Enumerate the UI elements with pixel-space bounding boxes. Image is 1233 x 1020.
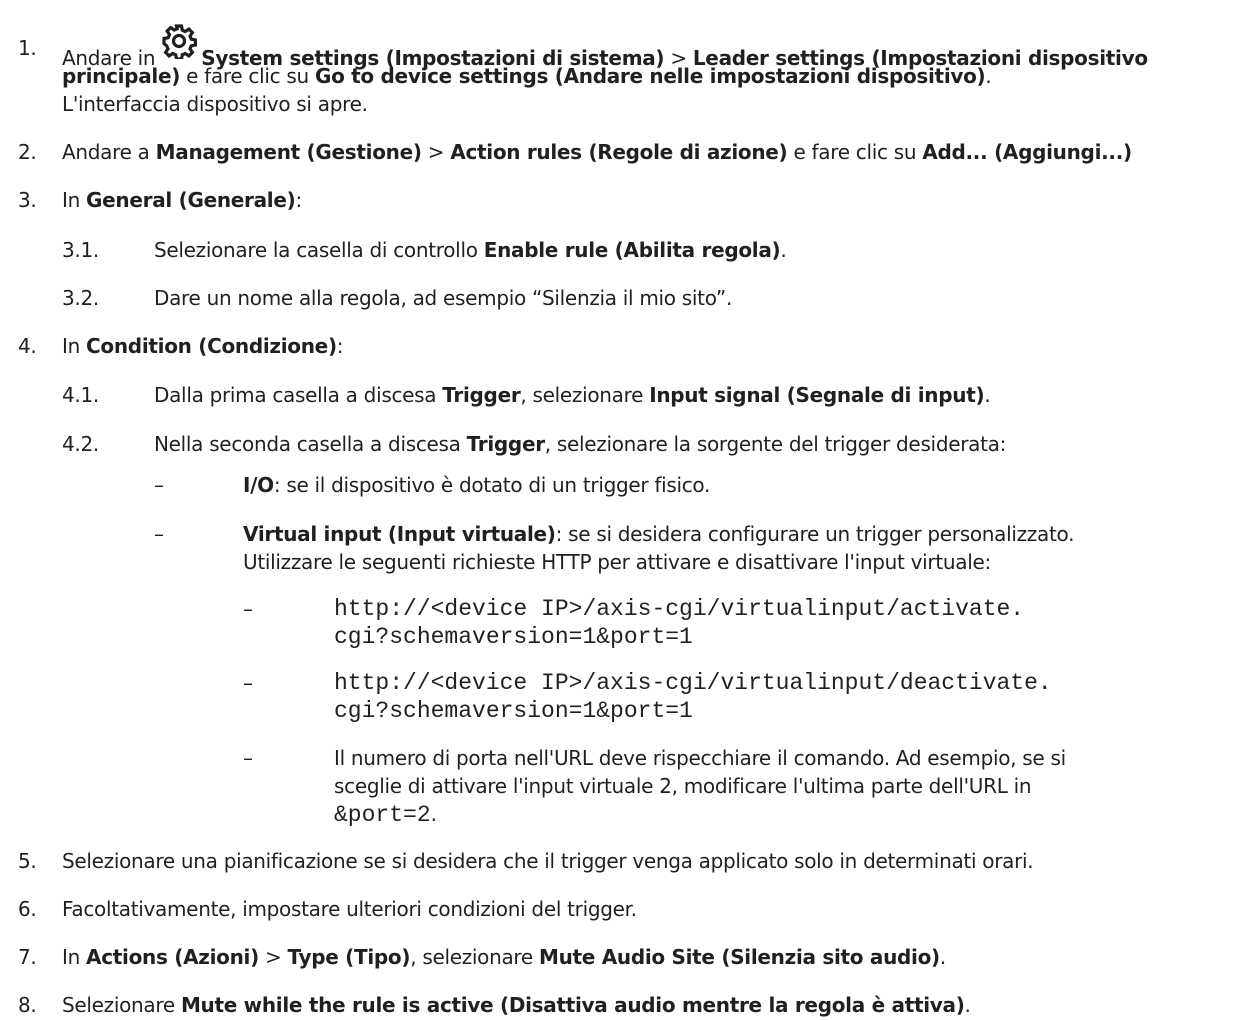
step-text: In (62, 334, 87, 358)
step-number: 3.1. (62, 238, 99, 262)
step-text: e fare clic su (180, 64, 315, 88)
bold-text: Enable rule (Abilita regola) (483, 238, 781, 262)
bold-text: Type (Tipo) (287, 945, 411, 969)
bullet-dash: – (243, 671, 253, 695)
step-text: Il numero di porta nell'URL deve rispecc… (334, 746, 1066, 770)
step-text: Selezionare la casella di controllo (154, 238, 484, 262)
step-number: 1. (18, 36, 37, 60)
code-inline: &port=2 (334, 802, 431, 828)
step-text: , selezionare la sorgente del trigger de… (544, 432, 1007, 456)
separator: > (421, 140, 451, 164)
bold-text: Actions (Azioni) (86, 945, 259, 969)
bullet-dash: – (154, 473, 164, 497)
step-text: : se si desidera configurare un trigger … (555, 522, 1075, 546)
step-text: In (62, 188, 87, 212)
bullet-dash: – (243, 746, 253, 770)
step-number: 4. (18, 334, 37, 358)
step-text: : (336, 334, 344, 358)
code-url: http://<device IP>/axis-cgi/virtualinput… (334, 596, 1025, 622)
step-number: 4.2. (62, 432, 99, 456)
step-1-line-3: L'interfaccia dispositivo si apre. (62, 92, 368, 116)
step-text: Facoltativamente, impostare ulteriori co… (62, 897, 637, 921)
step-number: 8. (18, 993, 37, 1017)
step-text: Utilizzare le seguenti richieste HTTP pe… (243, 550, 991, 574)
bullet-dash: – (243, 597, 253, 621)
port-note-line-3: &port=2. (334, 799, 437, 830)
step-text: In (62, 945, 87, 969)
bold-text: Mute Audio Site (Silenzia sito audio) (538, 945, 940, 969)
bold-text: principale) (62, 64, 181, 88)
step-1-line-2: principale) e fare clic su Go to device … (62, 61, 992, 91)
bold-text: Virtual input (Input virtuale) (243, 522, 556, 546)
code-url: http://<device IP>/axis-cgi/virtualinput… (334, 670, 1052, 696)
button-name-go-to-device-settings: Go to device settings (Andare nelle impo… (314, 64, 986, 88)
bold-text: Input signal (Segnale di input) (649, 383, 985, 407)
step-text: . (430, 802, 437, 826)
step-number: 5. (18, 849, 37, 873)
step-text: . (964, 993, 971, 1017)
step-number: 7. (18, 945, 37, 969)
step-text: Selezionare una pianificazione se si des… (62, 849, 1034, 873)
bold-text: Management (Gestione) (155, 140, 422, 164)
step-text: . (984, 383, 991, 407)
step-text: . (780, 238, 787, 262)
step-text: Nella seconda casella a discesa (154, 432, 467, 456)
step-text: Andare a (62, 140, 156, 164)
step-number: 2. (18, 140, 37, 164)
bold-text: Trigger (466, 432, 545, 456)
step-text: e fare clic su (787, 140, 923, 164)
step-number: 3. (18, 188, 37, 212)
bullet-dash: – (154, 522, 164, 546)
step-text: . (985, 64, 992, 88)
bold-text: General (Generale) (86, 188, 296, 212)
bold-text: Action rules (Regole di azione) (450, 140, 788, 164)
gear-icon (161, 23, 198, 61)
step-text: : (295, 188, 302, 212)
step-text: : se il dispositivo è dotato di un trigg… (273, 473, 711, 497)
bold-text: Mute while the rule is active (Disattiva… (180, 993, 965, 1017)
step-number: 6. (18, 897, 37, 921)
step-text: Dalla prima casella a discesa (154, 383, 443, 407)
bold-text: Condition (Condizione) (86, 334, 337, 358)
step-text: sceglie di attivare l'input virtuale 2, … (334, 774, 1032, 798)
step-number: 4.1. (62, 383, 99, 407)
bold-text: I/O (243, 473, 274, 497)
bold-text: Add... (Aggiungi...) (922, 140, 1132, 164)
step-text: , selezionare (410, 945, 539, 969)
separator: > (258, 945, 288, 969)
step-text: Selezionare (62, 993, 181, 1017)
step-text: , selezionare (520, 383, 650, 407)
code-url: cgi?schemaversion=1&port=1 (334, 698, 693, 724)
step-number: 3.2. (62, 286, 99, 310)
code-url: cgi?schemaversion=1&port=1 (334, 624, 693, 650)
step-text: . (939, 945, 946, 969)
bold-text: Trigger (442, 383, 521, 407)
step-text: Dare un nome alla regola, ad esempio “Si… (154, 286, 733, 310)
